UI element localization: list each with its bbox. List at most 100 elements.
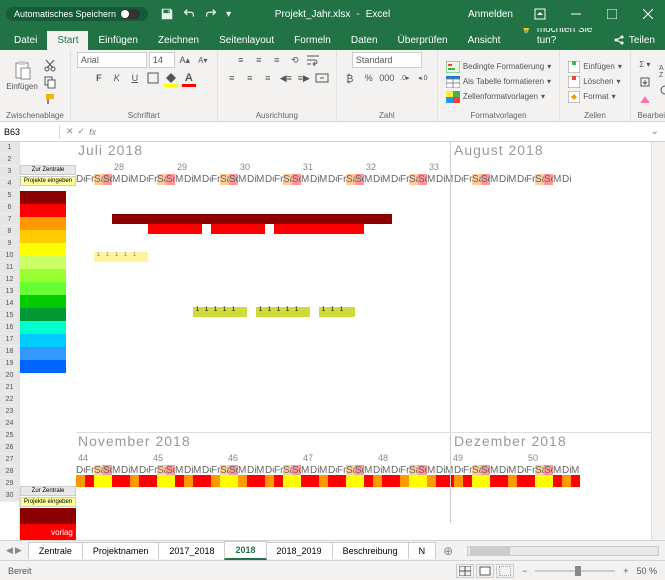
row-header[interactable]: 19: [0, 358, 19, 370]
undo-icon[interactable]: [182, 7, 196, 21]
cal-cell[interactable]: [328, 475, 337, 487]
align-left-icon[interactable]: ≡: [224, 70, 240, 86]
sheet-tab-zentrale[interactable]: Zentrale: [28, 542, 83, 559]
cal-cell[interactable]: [166, 475, 175, 487]
cal-cell[interactable]: [175, 475, 184, 487]
palette-color-7[interactable]: [20, 282, 66, 295]
wrap-text-icon[interactable]: [305, 52, 321, 68]
vertical-scrollbar[interactable]: [651, 142, 665, 540]
tab-ueberpruefen[interactable]: Überprüfen: [388, 31, 458, 50]
zoom-out-button[interactable]: −: [522, 566, 527, 576]
row-header[interactable]: 11: [0, 262, 19, 274]
tab-einfuegen[interactable]: Einfügen: [88, 31, 147, 50]
row-header[interactable]: 17: [0, 334, 19, 346]
cal-cell[interactable]: [526, 475, 535, 487]
palette-color-10[interactable]: [20, 321, 66, 334]
decrease-indent-icon[interactable]: ◀≡: [278, 70, 294, 86]
cal-cell[interactable]: [121, 475, 130, 487]
sheet-tab-projektnamen[interactable]: Projektnamen: [82, 542, 160, 559]
tab-daten[interactable]: Daten: [341, 31, 388, 50]
palette-color-18[interactable]: [20, 425, 66, 438]
cal-cell[interactable]: [436, 475, 445, 487]
increase-indent-icon[interactable]: ≡▶: [296, 70, 312, 86]
row-header[interactable]: 26: [0, 442, 19, 454]
cal-cell[interactable]: [247, 475, 256, 487]
row-header[interactable]: 23: [0, 406, 19, 418]
autosave-toggle[interactable]: Automatisches Speichern: [6, 7, 148, 21]
gantt-bar-green-2[interactable]: 11111: [256, 307, 310, 317]
palette-color-21[interactable]: [20, 464, 66, 477]
horizontal-scrollbar[interactable]: [467, 546, 659, 556]
gantt-bar-red-3[interactable]: [274, 224, 364, 234]
cal-cell[interactable]: [481, 475, 490, 487]
decrease-decimal-icon[interactable]: ◂.0: [415, 70, 431, 86]
comma-icon[interactable]: 000: [379, 70, 395, 86]
sheet-tab-2018[interactable]: 2018: [224, 541, 266, 560]
gantt-bar-darkred[interactable]: [112, 214, 392, 224]
tab-zeichnen[interactable]: Zeichnen: [148, 31, 209, 50]
projekte-eingeben-button[interactable]: Projekte eingeben: [20, 176, 76, 186]
cal-cell[interactable]: [184, 475, 193, 487]
cal-cell[interactable]: [535, 475, 544, 487]
sheet-tab-beschreibung[interactable]: Beschreibung: [332, 542, 409, 559]
maximize-button[interactable]: [595, 0, 629, 28]
cal-cell[interactable]: [463, 475, 472, 487]
tab-formeln[interactable]: Formeln: [284, 31, 341, 50]
format-as-table-button[interactable]: Als Tabelle formatieren ▾: [444, 75, 553, 89]
cal-cell[interactable]: [391, 475, 400, 487]
row-header[interactable]: 22: [0, 394, 19, 406]
cal-cell[interactable]: [571, 475, 580, 487]
format-cells-button[interactable]: Format ▾: [566, 90, 624, 104]
cal-cell[interactable]: [454, 475, 463, 487]
cal-cell[interactable]: [562, 475, 571, 487]
clear-icon[interactable]: [637, 91, 653, 107]
row-header[interactable]: 5: [0, 190, 19, 202]
underline-icon[interactable]: U: [127, 70, 143, 86]
cal-cell[interactable]: [418, 475, 427, 487]
copy-icon[interactable]: [42, 74, 58, 90]
increase-decimal-icon[interactable]: .0▸: [397, 70, 413, 86]
cal-cell[interactable]: [310, 475, 319, 487]
close-button[interactable]: [631, 0, 665, 28]
signin-button[interactable]: Anmelden: [460, 5, 521, 24]
palette-color-5[interactable]: [20, 256, 66, 269]
percent-icon[interactable]: %: [361, 70, 377, 86]
fill-color-icon[interactable]: [163, 70, 179, 86]
paste-button[interactable]: Einfügen: [6, 60, 38, 104]
gantt-bar-red-2[interactable]: [211, 224, 265, 234]
format-painter-icon[interactable]: [42, 91, 58, 107]
cal-cell[interactable]: [256, 475, 265, 487]
sheet-next-icon[interactable]: ▶: [15, 545, 22, 556]
zoom-in-button[interactable]: +: [623, 566, 628, 576]
row-header[interactable]: 8: [0, 226, 19, 238]
cal-cell[interactable]: [238, 475, 247, 487]
zoom-slider[interactable]: [535, 570, 615, 572]
tab-datei[interactable]: Datei: [4, 31, 47, 50]
font-color-icon[interactable]: A: [181, 70, 197, 86]
align-middle-icon[interactable]: ≡: [251, 52, 267, 68]
add-sheet-button[interactable]: ⊕: [435, 544, 461, 558]
enter-formula-icon[interactable]: ✓: [78, 126, 86, 137]
currency-icon[interactable]: ₿: [343, 70, 359, 86]
row-header[interactable]: 7: [0, 214, 19, 226]
palette-color-2[interactable]: [20, 217, 66, 230]
orientation-icon[interactable]: ⟲: [287, 52, 303, 68]
increase-font-icon[interactable]: A▴: [177, 52, 193, 68]
gantt-bar-green-3[interactable]: 111: [319, 307, 355, 317]
cal-cell[interactable]: [76, 475, 85, 487]
spreadsheet-grid[interactable]: Juli 2018 August 2018 282930313233 DoFrS…: [76, 142, 651, 540]
row-header[interactable]: 24: [0, 418, 19, 430]
palette-color-15[interactable]: [20, 386, 66, 399]
cal-cell[interactable]: [229, 475, 238, 487]
tab-ansicht[interactable]: Ansicht: [458, 31, 511, 50]
align-center-icon[interactable]: ≡: [242, 70, 258, 86]
row-header[interactable]: 18: [0, 346, 19, 358]
cal-cell[interactable]: [94, 475, 103, 487]
cut-icon[interactable]: [42, 57, 58, 73]
gantt-bar-yellow[interactable]: 11111: [94, 252, 148, 262]
palette-color-11[interactable]: [20, 334, 66, 347]
align-top-icon[interactable]: ≡: [233, 52, 249, 68]
row-header[interactable]: 4: [0, 178, 19, 190]
palette-color-14[interactable]: [20, 373, 66, 386]
ribbon-options-icon[interactable]: [523, 0, 557, 28]
